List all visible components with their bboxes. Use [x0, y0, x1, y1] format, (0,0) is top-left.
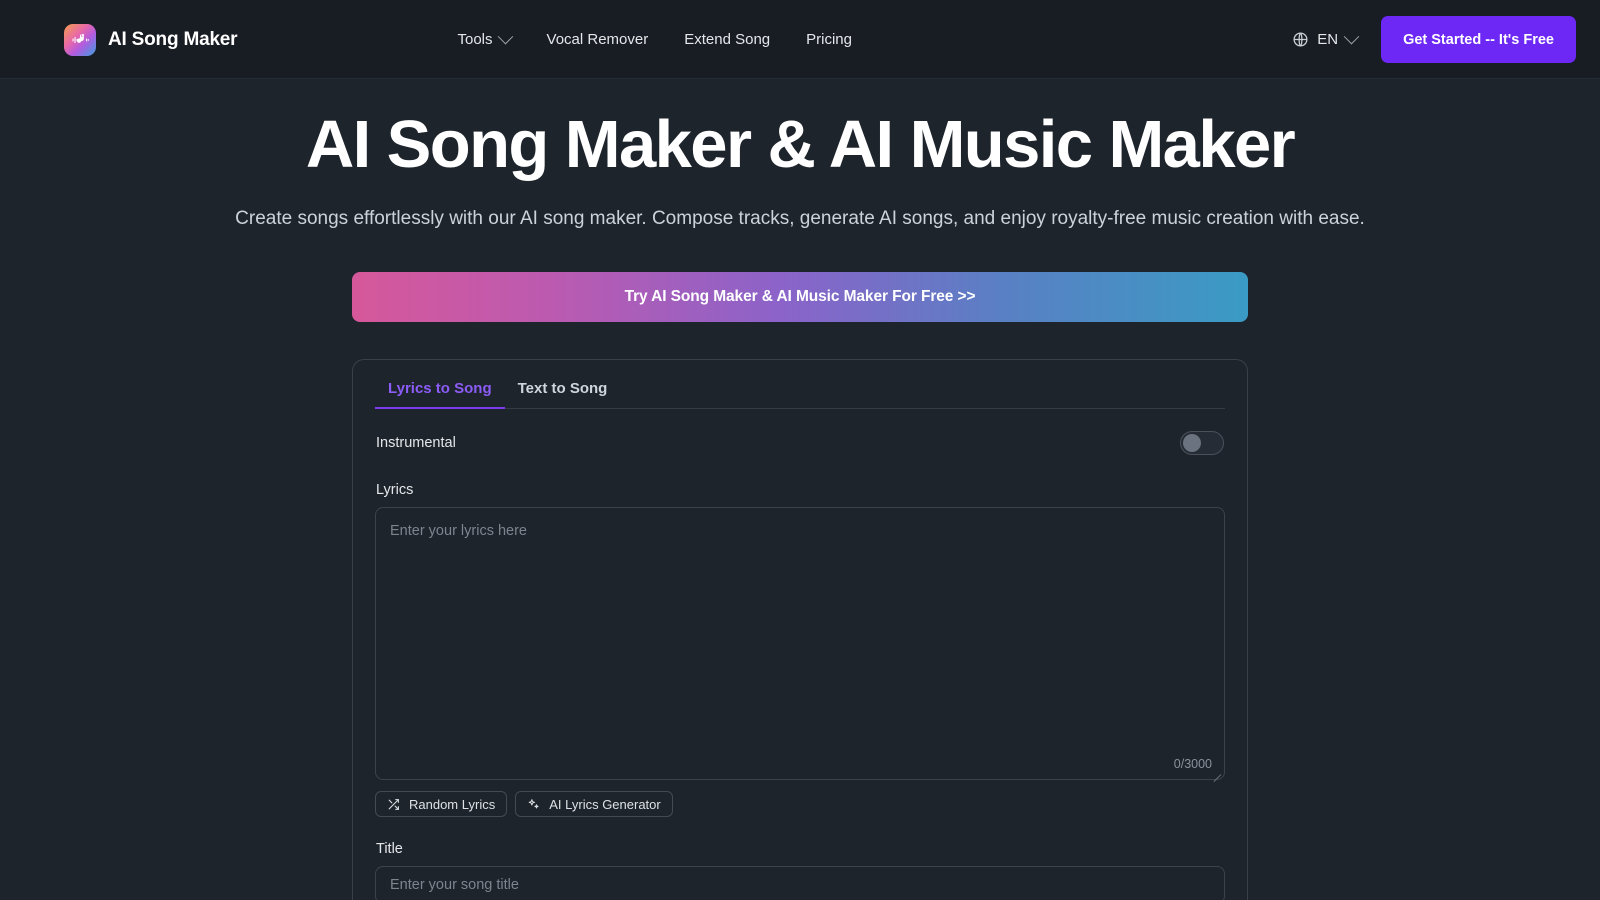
nav-item-extend-song[interactable]: Extend Song — [684, 31, 770, 48]
chevron-down-icon — [497, 28, 513, 45]
page-subtitle: Create songs effortlessly with our AI so… — [235, 208, 1365, 230]
music-note-logo-icon — [64, 23, 96, 56]
language-value: EN — [1317, 31, 1339, 48]
chevron-down-icon — [1343, 28, 1360, 45]
nav-item-vocal-remover[interactable]: Vocal Remover — [547, 31, 649, 48]
ai-lyrics-generator-label: AI Lyrics Generator — [549, 796, 661, 812]
toggle-knob — [1183, 434, 1201, 453]
site-header: AI Song Maker Tools Vocal Remover Extend… — [0, 0, 1600, 79]
nav-item-label: Pricing — [806, 31, 852, 48]
globe-icon — [1292, 31, 1309, 48]
hero-section: AI Song Maker & AI Music Maker Create so… — [0, 79, 1600, 323]
instrumental-toggle[interactable] — [1180, 431, 1224, 456]
shuffle-icon — [387, 798, 400, 811]
song-title-input[interactable] — [375, 866, 1225, 900]
song-generator-panel: Lyrics to Song Text to Song Instrumental… — [352, 359, 1248, 900]
get-started-button[interactable]: Get Started -- It's Free — [1381, 16, 1576, 63]
lyrics-char-count: 0/3000 — [1173, 757, 1212, 772]
tab-text-to-song[interactable]: Text to Song — [505, 380, 621, 408]
language-selector[interactable]: EN — [1292, 28, 1360, 48]
random-lyrics-label: Random Lyrics — [409, 796, 496, 812]
nav-item-pricing[interactable]: Pricing — [806, 31, 852, 48]
lyrics-textarea[interactable]: Enter your lyrics here 0/3000 — [375, 507, 1225, 781]
resize-handle-icon[interactable] — [1211, 766, 1221, 776]
nav-item-label: Tools — [457, 31, 493, 48]
lyrics-placeholder: Enter your lyrics here — [390, 523, 527, 540]
lyrics-action-buttons: Random Lyrics AI Lyrics Generator — [375, 780, 1225, 818]
nav-item-label: Vocal Remover — [546, 31, 649, 48]
page-title: AI Song Maker & AI Music Maker — [305, 107, 1296, 182]
header-right-group: EN Get Started -- It's Free — [1292, 16, 1576, 63]
generator-tabs: Lyrics to Song Text to Song — [375, 380, 1225, 410]
brand-name: AI Song Maker — [108, 28, 238, 50]
sparkles-icon — [527, 798, 540, 811]
instrumental-row: Instrumental — [375, 409, 1225, 456]
ai-lyrics-generator-button[interactable]: AI Lyrics Generator — [515, 791, 673, 818]
nav-item-label: Extend Song — [684, 31, 771, 48]
lyrics-label: Lyrics — [376, 482, 414, 499]
main-navigation: Tools Vocal Remover Extend Song Pricing — [457, 28, 852, 48]
nav-item-tools[interactable]: Tools — [457, 28, 513, 48]
instrumental-label: Instrumental — [376, 435, 456, 452]
brand-logo-link[interactable]: AI Song Maker — [64, 23, 238, 56]
try-for-free-button[interactable]: Try AI Song Maker & AI Music Maker For F… — [352, 272, 1248, 323]
tab-lyrics-to-song[interactable]: Lyrics to Song — [375, 380, 505, 410]
random-lyrics-button[interactable]: Random Lyrics — [375, 791, 508, 818]
title-label: Title — [376, 841, 403, 858]
